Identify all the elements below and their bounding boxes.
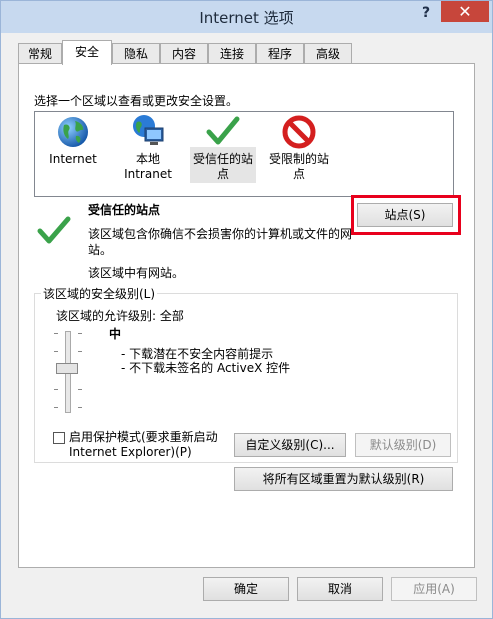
zone-trusted-label[interactable]: 受信任的站 点 <box>183 152 263 182</box>
zone-intranet-label[interactable]: 本地 Intranet <box>108 152 188 182</box>
security-level-name: 中 <box>109 327 122 341</box>
trusted-zone-checkmark-icon <box>37 216 71 244</box>
slider-tick <box>54 389 58 390</box>
slider-tick <box>78 389 82 390</box>
globe-icon[interactable] <box>56 115 90 149</box>
checkmark-icon[interactable] <box>206 115 240 147</box>
tab-privacy[interactable]: 隐私 <box>112 43 160 63</box>
security-slider-thumb[interactable] <box>56 363 78 374</box>
allowed-level-label: 该区域的允许级别: 全部 <box>56 309 184 323</box>
protected-mode-label[interactable]: 启用保护模式(要求重新启动 Internet Explorer)(P) <box>69 430 218 460</box>
protected-mode-checkbox[interactable] <box>53 432 65 444</box>
sites-button-highlight <box>351 195 461 235</box>
reset-all-zones-button[interactable]: 将所有区域重置为默认级别(R) <box>234 467 453 491</box>
cancel-button[interactable]: 取消 <box>297 577 383 601</box>
apply-button[interactable]: 应用(A) <box>391 577 477 601</box>
tab-security[interactable]: 安全 <box>62 40 112 65</box>
tab-advanced[interactable]: 高级 <box>304 43 352 63</box>
help-button[interactable]: ? <box>413 3 439 23</box>
zone-prompt: 选择一个区域以查看或更改安全设置。 <box>34 94 239 108</box>
slider-tick <box>78 351 82 352</box>
title-bar[interactable]: Internet 选项 ? ✕ <box>1 1 492 33</box>
zone-detail-description: 该区域包含你确信不会损害你的计算机或文件的网 站。 <box>88 227 353 257</box>
slider-tick <box>78 407 82 408</box>
restricted-icon[interactable] <box>282 115 316 149</box>
zone-detail-title: 受信任的站点 <box>88 203 161 217</box>
slider-tick <box>54 333 58 334</box>
custom-level-button[interactable]: 自定义级别(C)... <box>234 433 346 457</box>
level-bullet-2: - 不下载未签名的 ActiveX 控件 <box>121 361 291 375</box>
close-button[interactable]: ✕ <box>441 1 489 22</box>
tab-general[interactable]: 常规 <box>18 43 62 63</box>
default-level-button[interactable]: 默认级别(D) <box>355 433 451 457</box>
security-level-group-title: 该区域的安全级别(L) <box>41 285 158 302</box>
slider-tick <box>78 333 82 334</box>
zone-restricted-label[interactable]: 受限制的站 点 <box>259 152 339 182</box>
tab-programs[interactable]: 程序 <box>256 43 304 63</box>
zone-internet-label[interactable]: Internet <box>33 152 113 167</box>
zone-detail-status: 该区域中有网站。 <box>88 266 185 280</box>
intranet-icon[interactable] <box>131 113 167 149</box>
tab-connections[interactable]: 连接 <box>208 43 256 63</box>
ok-button[interactable]: 确定 <box>203 577 289 601</box>
internet-options-dialog: Internet 选项 ? ✕ 常规 安全 隐私 内容 连接 程序 高级 选择一… <box>0 0 493 619</box>
slider-tick <box>54 407 58 408</box>
slider-tick <box>54 351 58 352</box>
tab-content[interactable]: 内容 <box>160 43 208 63</box>
